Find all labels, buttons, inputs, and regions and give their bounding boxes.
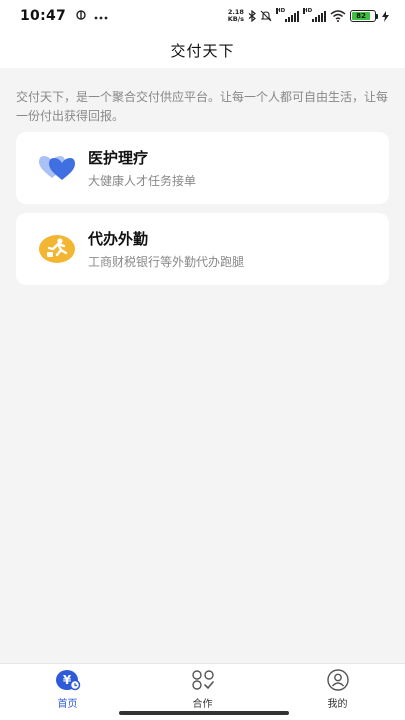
tab-home[interactable]: ¥ 首页: [0, 664, 135, 720]
header: 交付天下: [0, 32, 405, 68]
status-right-icons: 2.18 KB/s HD HD 82: [228, 7, 389, 26]
card-title: 代办外勤: [88, 230, 149, 248]
card-subtitle: 大健康人才任务接单: [88, 174, 197, 188]
hd-label-2: HD: [303, 7, 313, 14]
speed-unit: KB/s: [227, 15, 244, 23]
service-card-errand[interactable]: 代办外勤 工商财税银行等外勤代办跑腿: [16, 213, 389, 285]
card-title: 医护理疗: [88, 149, 149, 167]
more-dots-icon: [94, 10, 108, 23]
bluetooth-icon: [248, 7, 256, 26]
charging-bolt-icon: [382, 7, 389, 26]
tab-label: 首页: [57, 699, 78, 710]
card-subtitle: 工商财税银行等外勤代办跑腿: [88, 255, 245, 269]
page-title: 交付天下: [170, 41, 235, 60]
tab-profile[interactable]: 我的: [270, 664, 405, 720]
signal-strength-icon-2: HD: [303, 7, 326, 22]
hd-label: HD: [276, 7, 286, 14]
network-speed: 2.18 KB/s: [228, 9, 244, 23]
battery-level: 82: [352, 12, 371, 20]
status-left-icons: [76, 9, 108, 23]
home-indicator[interactable]: [119, 711, 289, 715]
mute-bell-icon: [260, 7, 272, 26]
intro-text: 交付天下，是一个聚合交付供应平台。让每一个人都可自由生活，让每一份付出获得回报。: [16, 90, 389, 123]
service-card-medical[interactable]: 医护理疗 大健康人才任务接单: [16, 132, 389, 204]
running-person-icon: [38, 230, 76, 268]
status-bar: 10:47 2.18 KB/s HD HD 82: [0, 0, 405, 32]
wifi-icon: [330, 7, 346, 26]
battery-icon: 82: [350, 10, 378, 22]
tab-label: 我的: [327, 699, 348, 710]
tab-label: 合作: [192, 699, 213, 710]
wechat-pay-icon: [76, 9, 86, 23]
status-time: 10:47: [20, 8, 67, 24]
yuan-home-icon: ¥: [55, 668, 81, 692]
heart-icon: [38, 149, 76, 187]
user-profile-icon: [325, 668, 351, 692]
signal-strength-icon: HD: [276, 7, 299, 22]
cooperation-grid-icon: [190, 668, 216, 692]
